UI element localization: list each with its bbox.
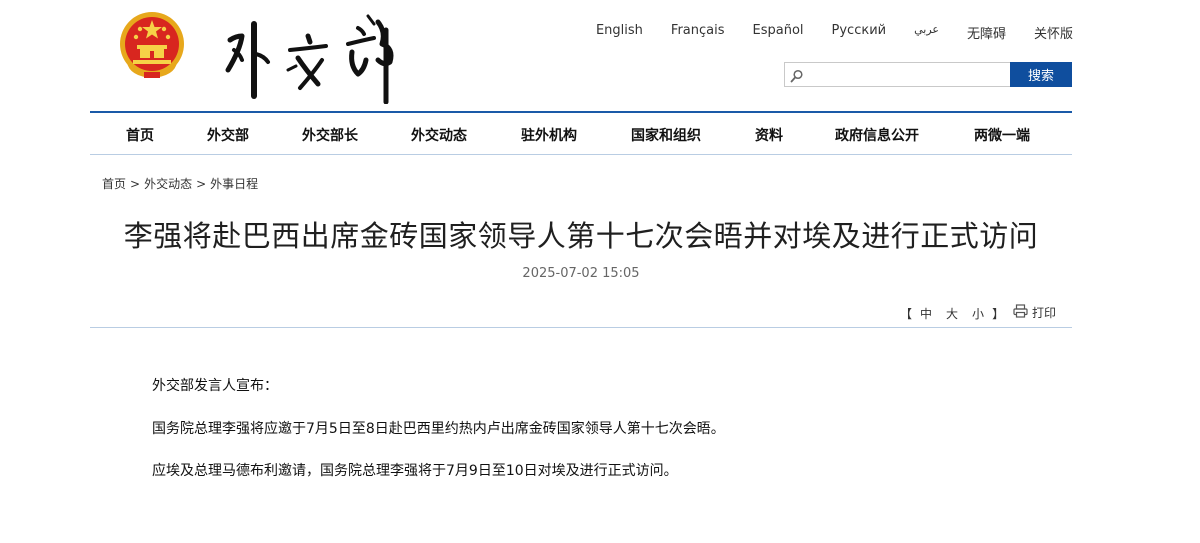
nav-item-diplomatic-news[interactable]: 外交动态: [411, 125, 467, 145]
font-size-medium-button[interactable]: 中: [920, 305, 932, 322]
nav-item-home[interactable]: 首页: [126, 125, 154, 145]
accessibility-link[interactable]: 无障碍: [967, 23, 1006, 42]
breadcrumb-schedule[interactable]: 外事日程: [210, 177, 258, 191]
breadcrumb: 首页 > 外交动态 > 外事日程: [102, 175, 258, 192]
lang-link-french[interactable]: Français: [671, 23, 725, 42]
lang-link-english[interactable]: English: [596, 23, 643, 42]
breadcrumb-separator: >: [130, 177, 141, 191]
font-size-large-button[interactable]: 大: [946, 305, 958, 322]
font-size-small-button[interactable]: 小: [972, 305, 984, 322]
content-divider: [90, 327, 1072, 328]
article-title: 李强将赴巴西出席金砖国家领导人第十七次会晤并对埃及进行正式访问: [123, 219, 1039, 253]
lang-link-russian[interactable]: Русский: [832, 23, 887, 42]
nav-item-social-media[interactable]: 两微一端: [974, 125, 1030, 145]
search-button[interactable]: 搜索: [1010, 62, 1072, 87]
article-paragraph: 应埃及总理马德布利邀请，国务院总理李强将于7月9日至10日对埃及进行正式访问。: [152, 463, 678, 479]
lang-link-arabic[interactable]: عربي: [914, 23, 939, 42]
article-date: 2025-07-02 15:05: [522, 266, 640, 281]
breadcrumb-diplomatic-news[interactable]: 外交动态: [144, 177, 192, 191]
bracket-open: 【: [900, 307, 913, 321]
breadcrumb-separator: >: [196, 177, 207, 191]
national-emblem-icon[interactable]: [117, 10, 187, 82]
nav-item-government-info[interactable]: 政府信息公开: [835, 125, 919, 145]
nav-item-minister[interactable]: 外交部长: [302, 125, 358, 145]
nav-item-countries-organizations[interactable]: 国家和组织: [631, 125, 701, 145]
main-nav: 首页 外交部 外交部长 外交动态 驻外机构 国家和组织 资料 政府信息公开 两微…: [90, 111, 1072, 155]
language-links: English Français Español Русский عربي 无障…: [596, 23, 1073, 42]
print-label: 打印: [1032, 306, 1057, 320]
nav-item-missions-abroad[interactable]: 驻外机构: [521, 125, 577, 145]
bracket-close: 】: [992, 307, 1005, 321]
article-paragraph: 外交部发言人宣布：: [152, 378, 278, 394]
elderly-care-link[interactable]: 关怀版: [1034, 23, 1073, 42]
search-icon: [790, 68, 804, 83]
breadcrumb-home[interactable]: 首页: [102, 177, 126, 191]
nav-item-ministry[interactable]: 外交部: [207, 125, 249, 145]
font-size-controls: 【 中 大 小 】: [900, 305, 1004, 322]
article-paragraph: 国务院总理李强将应邀于7月5日至8日赴巴西里约热内卢出席金砖国家领导人第十七次会…: [152, 421, 725, 437]
search-bar: 搜索: [784, 62, 1072, 87]
print-button[interactable]: 打印: [1013, 304, 1056, 321]
nav-item-resources[interactable]: 资料: [755, 125, 783, 145]
search-input[interactable]: [785, 63, 1010, 86]
printer-icon: [1013, 304, 1032, 321]
ministry-calligraphy-logo[interactable]: [218, 10, 414, 105]
lang-link-spanish[interactable]: Español: [753, 23, 804, 42]
search-box: [784, 62, 1010, 87]
